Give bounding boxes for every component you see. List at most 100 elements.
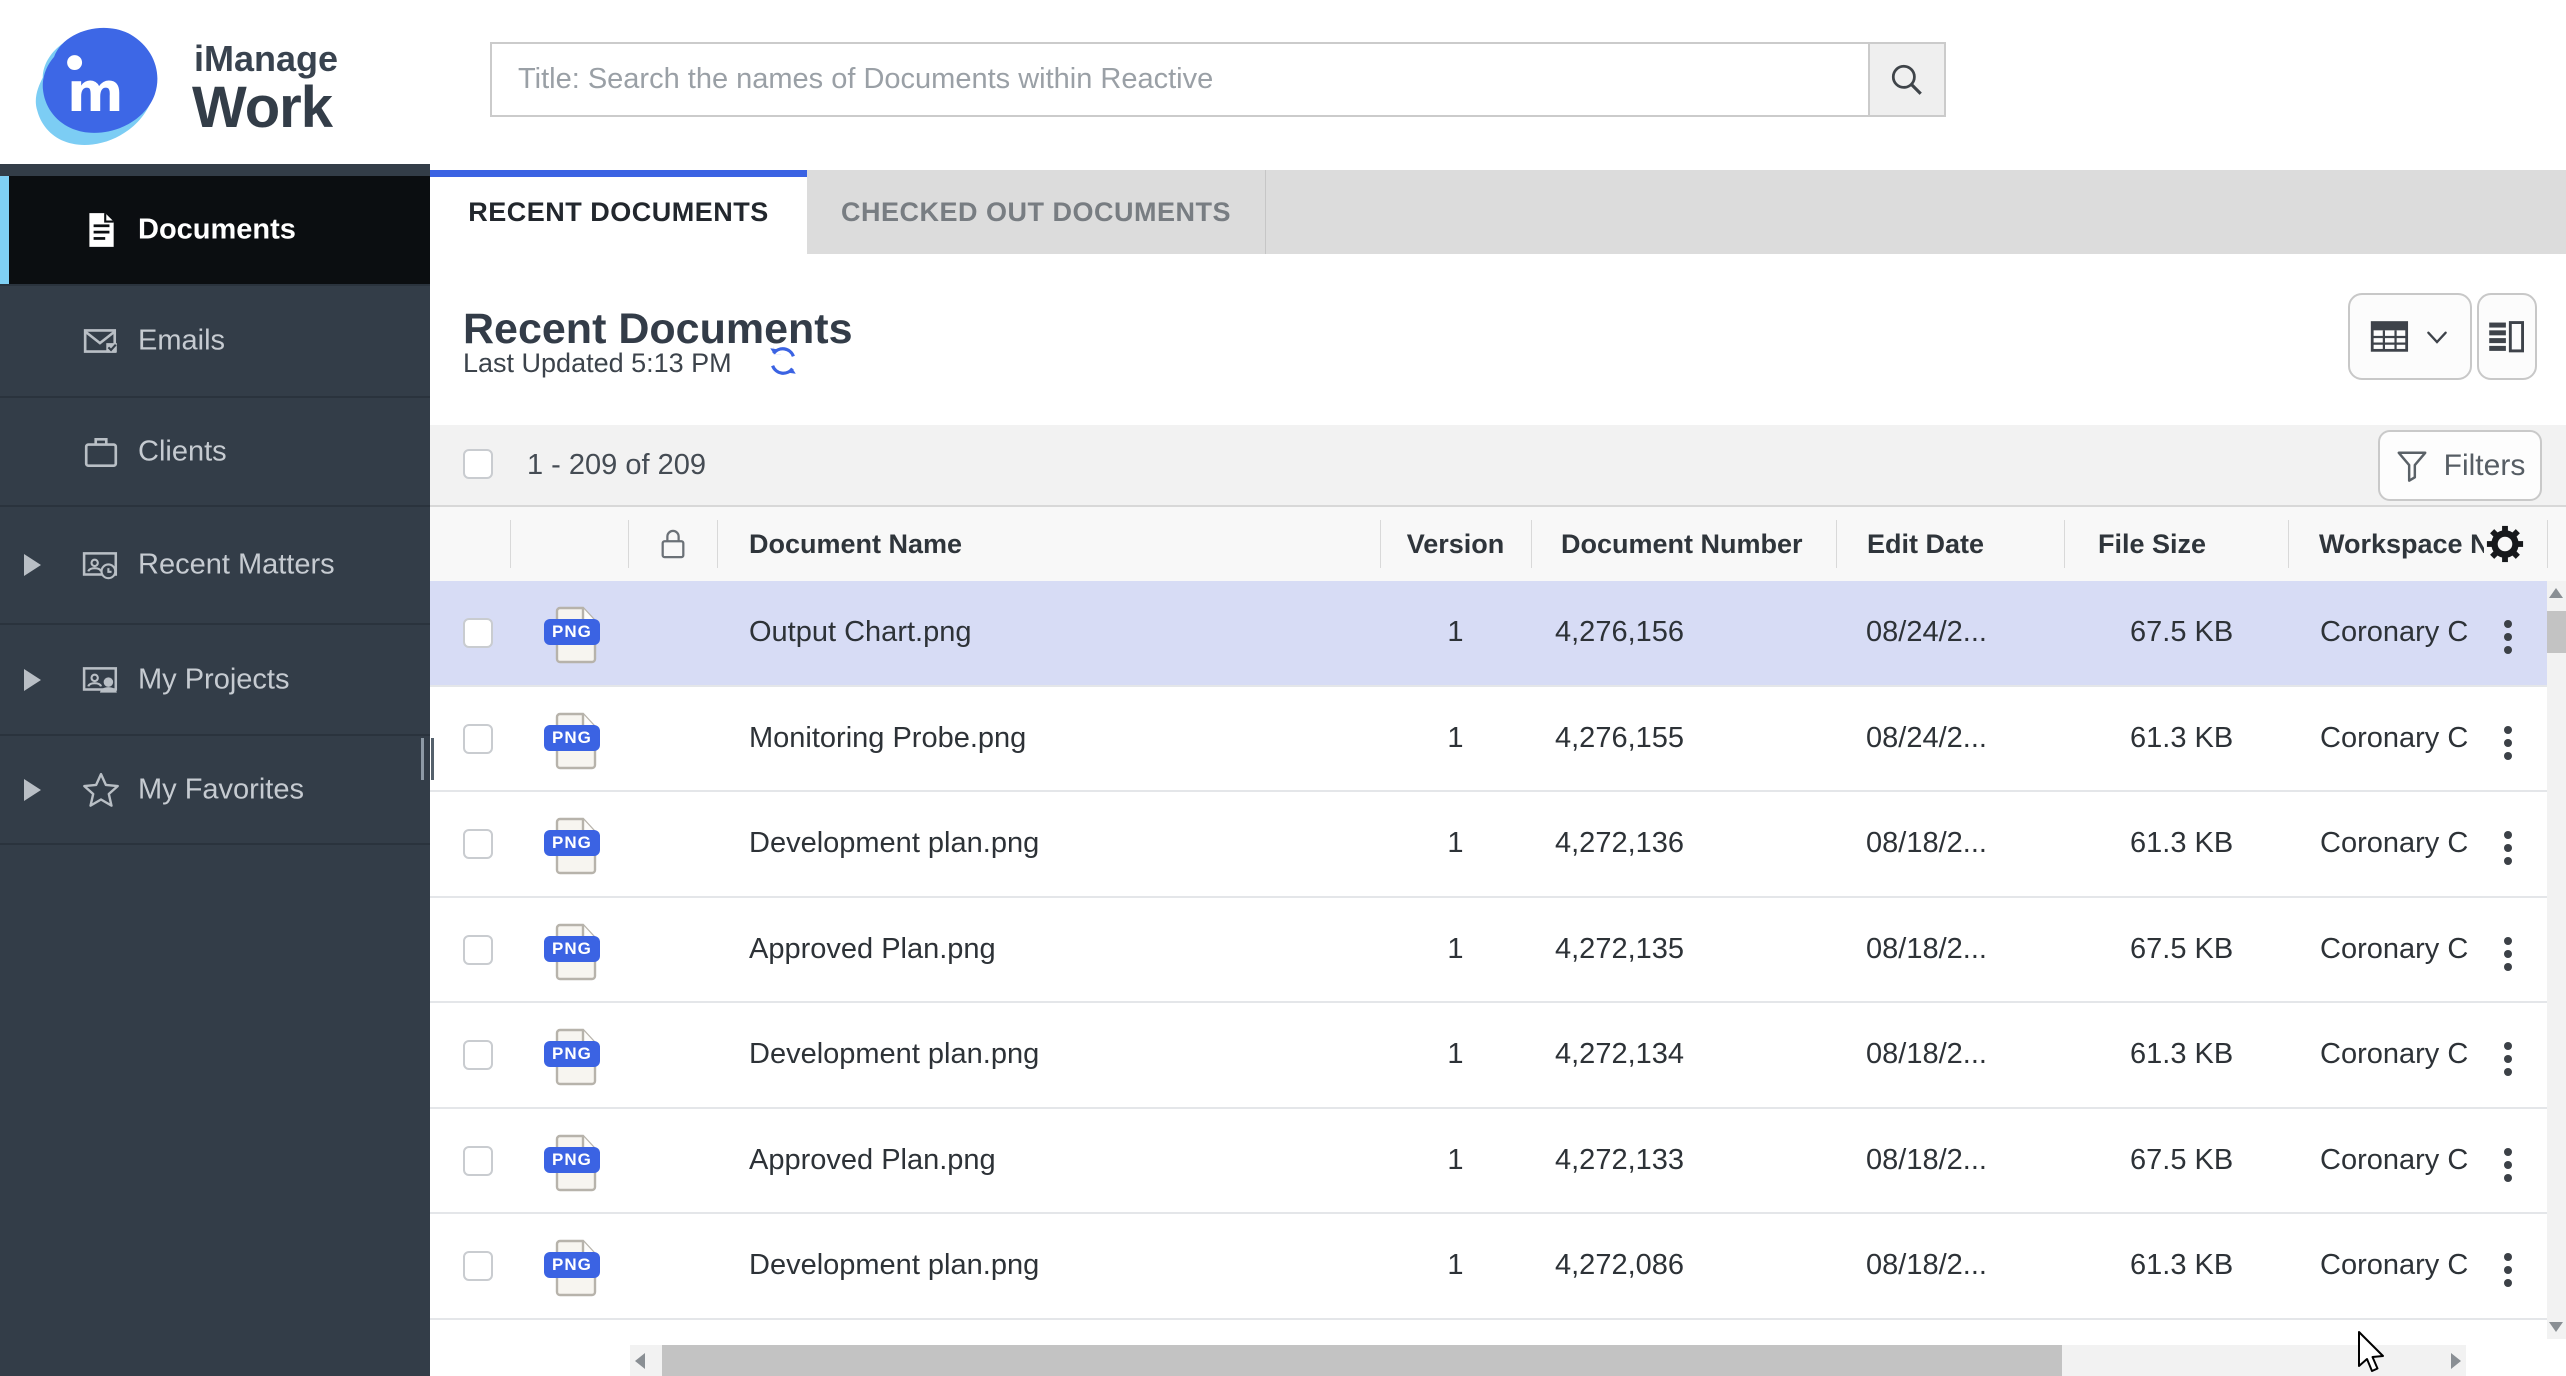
column-header-version[interactable]: Version	[1380, 507, 1531, 581]
file-type-badge: PNG	[544, 935, 600, 962]
workspace-cell: Coronary C	[2320, 827, 2469, 859]
tab-checked-out-documents[interactable]: CHECKED OUT DOCUMENTS	[807, 170, 1266, 254]
row-menu-button[interactable]	[2496, 932, 2520, 976]
expand-arrow-icon[interactable]	[24, 554, 41, 576]
sidebar-item-clients[interactable]: Clients	[0, 398, 430, 507]
file-size-cell: 67.5 KB	[2130, 616, 2234, 648]
table-row[interactable]: PNG Development plan.png 1 4,272,136 08/…	[430, 792, 2566, 898]
png-file-icon: PNG	[544, 923, 600, 981]
sidebar-item-label: Recent Matters	[138, 548, 335, 581]
edit-date-cell: 08/24/2...	[1866, 616, 1987, 648]
expand-arrow-icon[interactable]	[24, 668, 41, 691]
version-cell: 1	[1447, 932, 1464, 965]
row-checkbox[interactable]	[463, 829, 493, 859]
tab-recent-documents[interactable]: RECENT DOCUMENTS	[430, 170, 807, 254]
list-toolbar: 1 - 209 of 209 Filters	[430, 425, 2566, 507]
file-type-badge: PNG	[544, 619, 600, 645]
expand-arrow-icon[interactable]	[24, 778, 41, 801]
app-header: m iManage Work MH Martin Harris | MHARRI…	[0, 0, 2566, 164]
table-header: Document Name Version Document Number Ed…	[430, 507, 2566, 582]
imanage-work-logo[interactable]: m iManage Work	[22, 12, 422, 152]
sidebar-item-recent-matters[interactable]: Recent Matters	[0, 507, 430, 625]
file-size-cell: 61.3 KB	[2130, 1249, 2234, 1281]
side-panel-icon	[2487, 317, 2527, 357]
sidebar-item-documents[interactable]: Documents	[0, 176, 430, 286]
column-header-file-size[interactable]: File Size	[2098, 507, 2206, 581]
horizontal-scrollbar[interactable]	[630, 1345, 2466, 1376]
sidebar-item-my-projects[interactable]: My Projects	[0, 625, 430, 736]
column-header-document-name[interactable]: Document Name	[749, 507, 962, 581]
row-checkbox[interactable]	[463, 1040, 493, 1070]
sidebar-item-label: My Projects	[138, 663, 290, 695]
png-file-icon: PNG	[544, 1028, 600, 1086]
file-size-cell: 61.3 KB	[2130, 1038, 2234, 1070]
row-menu-button[interactable]	[2496, 826, 2520, 870]
imanage-work-app: m iManage Work MH Martin Harris | MHARRI…	[0, 0, 2566, 1376]
sidebar-item-my-favorites[interactable]: My Favorites	[0, 736, 430, 845]
preview-panel-toggle-button[interactable]	[2477, 293, 2537, 380]
lock-column-icon[interactable]	[658, 527, 690, 561]
vertical-scrollbar[interactable]	[2547, 581, 2566, 1339]
horizontal-scrollbar-thumb[interactable]	[662, 1345, 2062, 1376]
row-checkbox[interactable]	[463, 618, 493, 648]
search-input[interactable]	[490, 42, 1868, 117]
document-name-cell[interactable]: Development plan.png	[749, 1003, 1039, 1106]
file-size-cell: 67.5 KB	[2130, 1143, 2234, 1176]
sidebar-item-emails[interactable]: Emails	[0, 286, 430, 398]
table-row[interactable]: PNG Approved Plan.png 1 4,272,135 08/18/…	[430, 897, 2566, 1003]
document-name-cell[interactable]: Development plan.png	[749, 792, 1039, 895]
file-size-cell: 67.5 KB	[2130, 932, 2234, 965]
sidebar-resize-handle[interactable]	[421, 738, 434, 780]
file-type-badge: PNG	[544, 724, 600, 751]
table-row[interactable]: PNG Development plan.png 1 4,272,086 08/…	[430, 1214, 2566, 1320]
row-checkbox[interactable]	[463, 1251, 493, 1281]
select-all-checkbox[interactable]	[463, 449, 493, 479]
scroll-down-arrow-icon[interactable]	[2549, 1322, 2563, 1332]
png-file-icon: PNG	[544, 1239, 600, 1297]
row-checkbox[interactable]	[463, 723, 493, 754]
column-settings-gear-icon[interactable]	[2484, 523, 2526, 565]
vertical-scrollbar-thumb[interactable]	[2547, 611, 2566, 653]
row-menu-button[interactable]	[2496, 1248, 2520, 1292]
briefcase-icon	[82, 433, 120, 471]
column-header-edit-date[interactable]: Edit Date	[1867, 507, 1984, 581]
view-selector-button[interactable]	[2348, 293, 2472, 380]
document-name-cell[interactable]: Development plan.png	[749, 1214, 1039, 1317]
document-name-cell[interactable]: Monitoring Probe.png	[749, 687, 1026, 790]
main-content: Recent Documents Last Updated 5:13 PM 1 …	[430, 254, 2566, 1376]
document-number-cell: 4,272,086	[1555, 1249, 1685, 1281]
column-header-document-number[interactable]: Document Number	[1561, 507, 1803, 581]
document-number-cell: 4,276,155	[1555, 721, 1685, 754]
document-name-cell[interactable]: Output Chart.png	[749, 581, 971, 684]
document-icon	[82, 211, 120, 249]
document-name-cell[interactable]: Approved Plan.png	[749, 1109, 996, 1212]
row-checkbox[interactable]	[463, 1145, 493, 1176]
matter-icon	[82, 546, 120, 584]
scroll-left-arrow-icon[interactable]	[635, 1353, 645, 1369]
mail-icon	[82, 322, 120, 360]
sidebar-item-label: Clients	[138, 435, 227, 467]
table-row[interactable]: PNG Approved Plan.png 1 4,272,133 08/18/…	[430, 1108, 2566, 1214]
project-icon	[82, 661, 120, 699]
row-menu-button[interactable]	[2496, 1037, 2520, 1081]
row-checkbox[interactable]	[463, 934, 493, 965]
tab-label: RECENT DOCUMENTS	[468, 196, 769, 227]
document-number-cell: 4,272,135	[1555, 932, 1685, 965]
edit-date-cell: 08/18/2...	[1866, 932, 1987, 965]
scroll-up-arrow-icon[interactable]	[2549, 588, 2563, 598]
scroll-right-arrow-icon[interactable]	[2451, 1353, 2461, 1369]
row-menu-button[interactable]	[2496, 615, 2520, 659]
refresh-button[interactable]	[766, 344, 800, 378]
table-row[interactable]: PNG Monitoring Probe.png 1 4,276,155 08/…	[430, 686, 2566, 792]
png-file-icon: PNG	[544, 712, 600, 770]
table-row[interactable]: PNG Development plan.png 1 4,272,134 08/…	[430, 1003, 2566, 1109]
table-row[interactable]: PNG Output Chart.png 1 4,276,156 08/24/2…	[430, 581, 2566, 687]
row-menu-button[interactable]	[2496, 1143, 2520, 1187]
file-type-badge: PNG	[544, 1146, 600, 1173]
row-menu-button[interactable]	[2496, 721, 2520, 765]
search-button[interactable]	[1868, 42, 1946, 117]
edit-date-cell: 08/18/2...	[1866, 1143, 1987, 1176]
document-name-cell[interactable]: Approved Plan.png	[749, 898, 996, 1001]
filters-button[interactable]: Filters	[2378, 430, 2542, 501]
column-header-workspace-name[interactable]: Workspace N	[2319, 507, 2484, 581]
